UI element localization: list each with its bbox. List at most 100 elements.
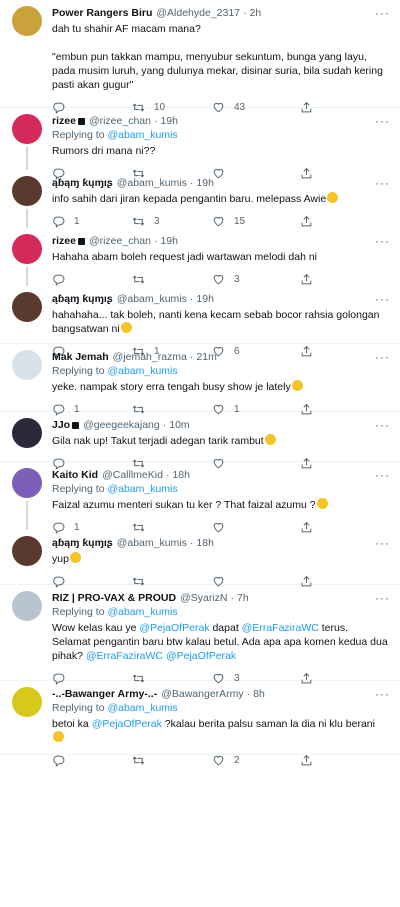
display-name[interactable]: Mak Jemah xyxy=(52,351,109,363)
replying-to: Replying to @abam_kumis xyxy=(52,483,388,496)
avatar[interactable] xyxy=(12,591,42,621)
more-options-icon[interactable]: ··· xyxy=(375,536,390,550)
avatar[interactable] xyxy=(12,468,42,498)
retweet-button[interactable] xyxy=(132,754,212,767)
reply-mention-link[interactable]: @abam_kumis xyxy=(107,483,177,495)
user-handle[interactable]: @abam_kumis xyxy=(117,293,187,305)
mention-link[interactable]: @PejaOfPerak xyxy=(92,718,162,730)
share-button[interactable] xyxy=(300,754,322,767)
tweet[interactable]: Power Rangers Biru @Aldehyde_2317 · 2h dah t… xyxy=(0,0,400,108)
separator-dot: · xyxy=(189,177,194,189)
display-name[interactable]: ąɓąɱ ƙųɱıʂ xyxy=(52,293,113,305)
retweet-button[interactable] xyxy=(132,273,212,286)
avatar[interactable] xyxy=(12,418,42,448)
tweet[interactable]: JJo @geegeekajang · 10m Gila nak up! Takut t… xyxy=(0,412,400,462)
display-name[interactable]: rizee xyxy=(52,115,76,127)
display-name[interactable]: ąɓąɱ ƙųɱıʂ xyxy=(52,177,113,189)
user-handle[interactable]: @Aldehyde_2317 xyxy=(156,7,240,19)
more-options-icon[interactable]: ··· xyxy=(375,591,390,605)
timestamp[interactable]: 19h xyxy=(160,115,178,127)
replying-to: Replying to @abam_kumis xyxy=(52,129,388,142)
display-name[interactable]: Power Rangers Biru xyxy=(52,7,152,19)
tweet[interactable]: Mak Jemah @jemah_razma · 21m Replying to @ab… xyxy=(0,344,400,412)
tweet-body: Hahaha abam boleh request jadi wartawan … xyxy=(52,251,318,263)
timestamp[interactable]: 19h xyxy=(160,235,178,247)
more-options-icon[interactable]: ··· xyxy=(375,418,390,432)
mention-link[interactable]: @ErraFaziraWC xyxy=(86,650,163,662)
user-handle[interactable]: @jemah_razma xyxy=(113,351,187,363)
avatar[interactable] xyxy=(12,350,42,380)
timestamp[interactable]: 21m xyxy=(196,351,216,363)
like-button[interactable]: 15 xyxy=(212,215,292,228)
more-options-icon[interactable]: ··· xyxy=(375,468,390,482)
user-handle[interactable]: @CalllmeKid xyxy=(102,469,163,481)
tweet-header: ąɓąɱ ƙųɱıʂ @abam_kumis · 19h xyxy=(52,176,388,190)
thread-line xyxy=(26,267,28,286)
display-name[interactable]: -..-Bawanger Army-..- xyxy=(52,688,157,700)
user-handle[interactable]: @rizee_chan xyxy=(89,115,151,127)
avatar[interactable] xyxy=(12,536,42,566)
retweet-button[interactable]: 3 xyxy=(132,215,212,228)
user-handle[interactable]: @abam_kumis xyxy=(117,537,187,549)
avatar[interactable] xyxy=(12,687,42,717)
user-handle[interactable]: @abam_kumis xyxy=(117,177,187,189)
timestamp[interactable]: 19h xyxy=(196,177,214,189)
share-button[interactable] xyxy=(300,215,322,228)
avatar[interactable] xyxy=(12,292,42,322)
avatar[interactable] xyxy=(12,176,42,206)
share-button[interactable] xyxy=(300,273,322,286)
reply-mention-link[interactable]: @abam_kumis xyxy=(107,606,177,618)
more-options-icon[interactable]: ··· xyxy=(375,292,390,306)
tweet-header: JJo @geegeekajang · 10m xyxy=(52,418,388,432)
more-options-icon[interactable]: ··· xyxy=(375,687,390,701)
more-options-icon[interactable]: ··· xyxy=(375,6,390,20)
like-icon xyxy=(212,754,225,767)
timestamp[interactable]: 8h xyxy=(253,688,265,700)
reply-mention-link[interactable]: @abam_kumis xyxy=(107,129,177,141)
more-options-icon[interactable]: ··· xyxy=(375,176,390,190)
mention-link[interactable]: @ErraFaziraWC xyxy=(242,622,319,634)
user-handle[interactable]: @geegeekajang xyxy=(83,419,160,431)
separator-dot: · xyxy=(243,7,247,19)
reply-button[interactable]: 1 xyxy=(52,215,132,228)
display-name[interactable]: rizee xyxy=(52,235,76,247)
avatar[interactable] xyxy=(12,234,42,264)
tweet[interactable]: ąɓąɱ ƙųɱıʂ @abam_kumis · 18h yup ··· xyxy=(0,530,400,585)
tweet[interactable]: Kaito Kid @CalllmeKid · 18h Replying to @aba… xyxy=(0,462,400,530)
timestamp[interactable]: 18h xyxy=(196,537,214,549)
retweet-count: 3 xyxy=(154,215,160,227)
tweet[interactable]: RIZ | PRO-VAX & PROUD @SyarizN · 7h Replying… xyxy=(0,585,400,681)
tweet[interactable]: rizee @rizee_chan · 19h Replying to @abam_ku… xyxy=(0,108,400,170)
display-name[interactable]: Kaito Kid xyxy=(52,469,98,481)
user-handle[interactable]: @SyarizN xyxy=(180,592,227,604)
mention-link[interactable]: @PejaOfPerak xyxy=(166,650,236,662)
timestamp[interactable]: 19h xyxy=(196,293,214,305)
like-button[interactable]: 3 xyxy=(212,273,292,286)
more-options-icon[interactable]: ··· xyxy=(375,114,390,128)
reply-button[interactable] xyxy=(52,754,132,767)
reply-button[interactable] xyxy=(52,273,132,286)
avatar-gutter xyxy=(10,6,44,107)
reply-mention-link[interactable]: @abam_kumis xyxy=(107,365,177,377)
reply-mention-link[interactable]: @abam_kumis xyxy=(107,702,177,714)
timestamp[interactable]: 18h xyxy=(172,469,190,481)
tweet[interactable]: ąɓąɱ ƙųɱıʂ @abam_kumis · 19h hahahaha... tak… xyxy=(0,286,400,344)
tweet[interactable]: rizee @rizee_chan · 19h Hahaha abam boleh re… xyxy=(0,228,400,286)
tweet[interactable]: -..-Bawanger Army-..- @BawangerArmy · 8h Rep… xyxy=(0,681,400,755)
display-name[interactable]: JJo xyxy=(52,419,70,431)
avatar[interactable] xyxy=(12,6,42,36)
timestamp[interactable]: 7h xyxy=(237,592,249,604)
avatar-gutter xyxy=(10,687,44,754)
like-button[interactable]: 2 xyxy=(212,754,292,767)
more-options-icon[interactable]: ··· xyxy=(375,234,390,248)
user-handle[interactable]: @rizee_chan xyxy=(89,235,151,247)
timestamp[interactable]: 2h xyxy=(250,7,262,19)
display-name[interactable]: ąɓąɱ ƙųɱıʂ xyxy=(52,537,113,549)
mention-link[interactable]: @PejaOfPerak xyxy=(139,622,209,634)
timestamp[interactable]: 10m xyxy=(169,419,189,431)
user-handle[interactable]: @BawangerArmy xyxy=(161,688,243,700)
display-name[interactable]: RIZ | PRO-VAX & PROUD xyxy=(52,592,176,604)
avatar[interactable] xyxy=(12,114,42,144)
tweet[interactable]: ąɓąɱ ƙųɱıʂ @abam_kumis · 19h info sahih dari… xyxy=(0,170,400,228)
more-options-icon[interactable]: ··· xyxy=(375,350,390,364)
